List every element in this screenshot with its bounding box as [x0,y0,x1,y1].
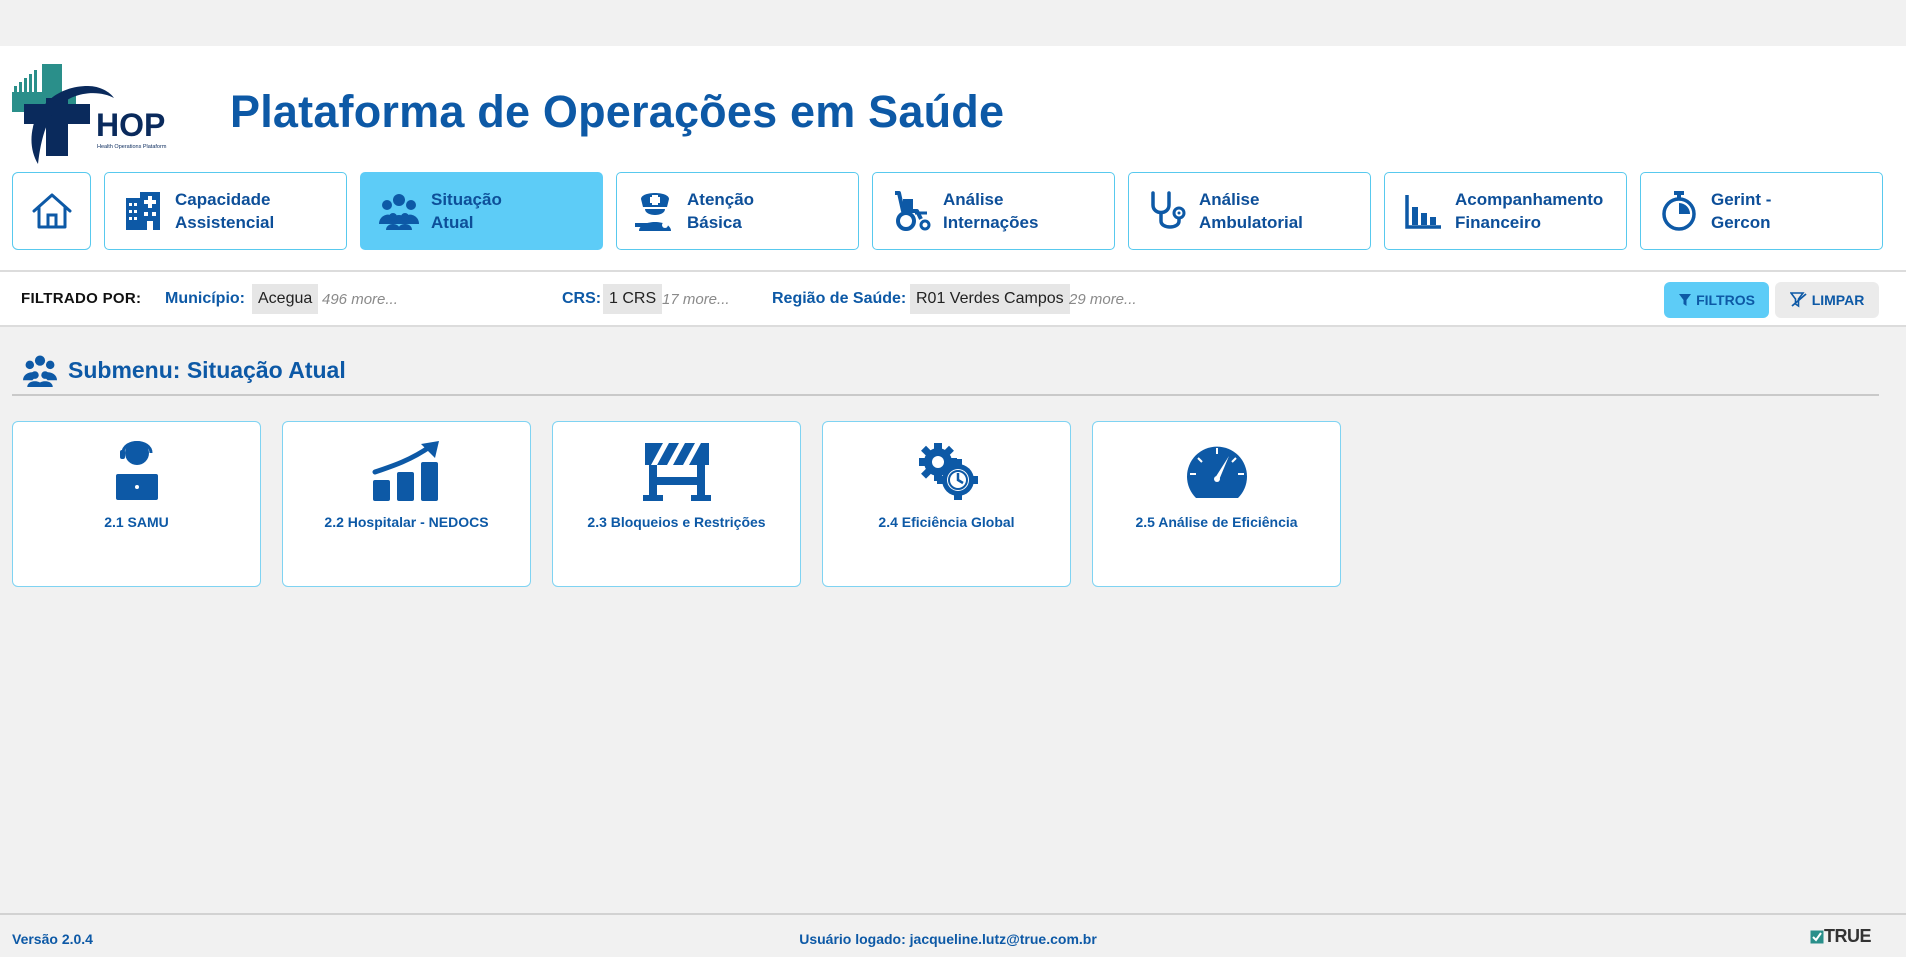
filtros-button[interactable]: FILTROS [1664,282,1769,318]
filtros-button-label: FILTROS [1696,292,1755,308]
nav-label-line2: Ambulatorial [1199,213,1303,232]
card-analise-eficiencia[interactable]: 2.5 Análise de Eficiência [1092,421,1341,587]
wheelchair-icon [889,189,933,233]
filter-title: FILTRADO POR: [21,290,142,307]
nav-item-situacao-atual[interactable]: Situação Atual [360,172,603,250]
nav-label-line2: Gercon [1711,213,1771,232]
nav-label-line2: Atual [431,213,474,232]
nav-item-analise-ambulatorial[interactable]: Análise Ambulatorial [1128,172,1371,250]
nav-label-line1: Atenção [687,190,755,209]
nav-label-line1: Acompanhamento [1455,190,1604,209]
card-label: 2.4 Eficiência Global [878,514,1015,530]
hop-logo[interactable]: HOP Health Operations Plataform [10,64,185,168]
people-group-icon [23,355,57,387]
stethoscope-icon [1145,189,1189,233]
header: HOP Health Operations Plataform Platafor… [0,46,1906,270]
nurse-icon [633,189,677,233]
card-label: 2.2 Hospitalar - NEDOCS [324,514,489,530]
growth-chart-icon [370,438,444,504]
filter-crs-more[interactable]: 17 more... [662,291,730,308]
nav-label-line2: Financeiro [1455,213,1541,232]
limpar-button[interactable]: LIMPAR [1775,282,1879,318]
brand-text: TRUE [1824,926,1872,946]
submenu-divider [12,394,1879,396]
filter-regiao-chip[interactable]: R01 Verdes Campos [910,284,1070,314]
filter-regiao-more[interactable]: 29 more... [1069,291,1137,308]
submenu-title: Submenu: Situação Atual [68,356,346,383]
nav-label-line1: Gerint - [1711,190,1772,209]
filter-crs-label: CRS: [562,290,602,307]
nav-label-line1: Análise [943,190,1004,209]
card-hospitalar-nedocs[interactable]: 2.2 Hospitalar - NEDOCS [282,421,531,587]
nav-label-line2: Assistencial [175,213,275,232]
limpar-button-label: LIMPAR [1811,292,1865,308]
nav-item-acompanhamento-financeiro[interactable]: Acompanhamento Financeiro [1384,172,1627,250]
filter-crs-chip[interactable]: 1 CRS [603,284,663,314]
barrier-icon [640,438,714,504]
logged-user-label: Usuário logado: jacqueline.lutz@true.com… [799,931,1097,947]
filter-municipio-chip[interactable]: Acegua [252,284,319,314]
filter-bar: FILTRADO POR: Município: Acegua 496 more… [0,270,1906,327]
logo-text: HOP [96,107,165,143]
people-group-icon [377,189,421,233]
nav-item-atencao-basica[interactable]: Atenção Básica [616,172,859,250]
logo-subtitle: Health Operations Plataform [97,144,167,150]
true-logo: TRUE [1810,926,1872,947]
nav-home-button[interactable] [12,172,91,250]
stopwatch-icon [1657,189,1701,233]
home-icon [32,193,71,229]
filter-municipio-more[interactable]: 496 more... [322,291,398,308]
card-bloqueios-restricoes[interactable]: 2.3 Bloqueios e Restrições [552,421,801,587]
card-samu[interactable]: 2.1 SAMU [12,421,261,587]
bar-chart-icon [1401,189,1445,233]
clear-filter-icon [1789,292,1807,308]
nav-item-analise-internacoes[interactable]: Análise Internações [872,172,1115,250]
operator-laptop-icon [100,438,174,504]
nav-label-line1: Capacidade [175,190,271,209]
footer: Versão 2.0.4 Usuário logado: jacqueline.… [0,913,1906,957]
hospital-icon [121,189,165,233]
filter-municipio-label: Município: [165,290,245,307]
nav-label-line2: Básica [687,213,742,232]
nav-item-gerint-gercon[interactable]: Gerint - Gercon [1640,172,1883,250]
card-eficiencia-global[interactable]: 2.4 Eficiência Global [822,421,1071,587]
speedometer-icon [1180,438,1254,504]
filter-regiao-label: Região de Saúde: [772,290,907,307]
submenu-header: Submenu: Situação Atual [22,353,346,387]
nav-item-capacidade-assistencial[interactable]: Capacidade Assistencial [104,172,347,250]
nav-label-line1: Situação [431,190,502,209]
filter-icon [1679,294,1692,306]
gears-clock-icon [910,438,984,504]
card-label: 2.1 SAMU [104,514,169,530]
check-icon [1810,930,1824,943]
card-label: 2.3 Bloqueios e Restrições [587,514,766,530]
card-label: 2.5 Análise de Eficiência [1135,514,1298,530]
nav-label-line2: Internações [943,213,1039,232]
page-title: Plataforma de Operações em Saúde [230,86,1005,137]
nav-label-line1: Análise [1199,190,1260,209]
